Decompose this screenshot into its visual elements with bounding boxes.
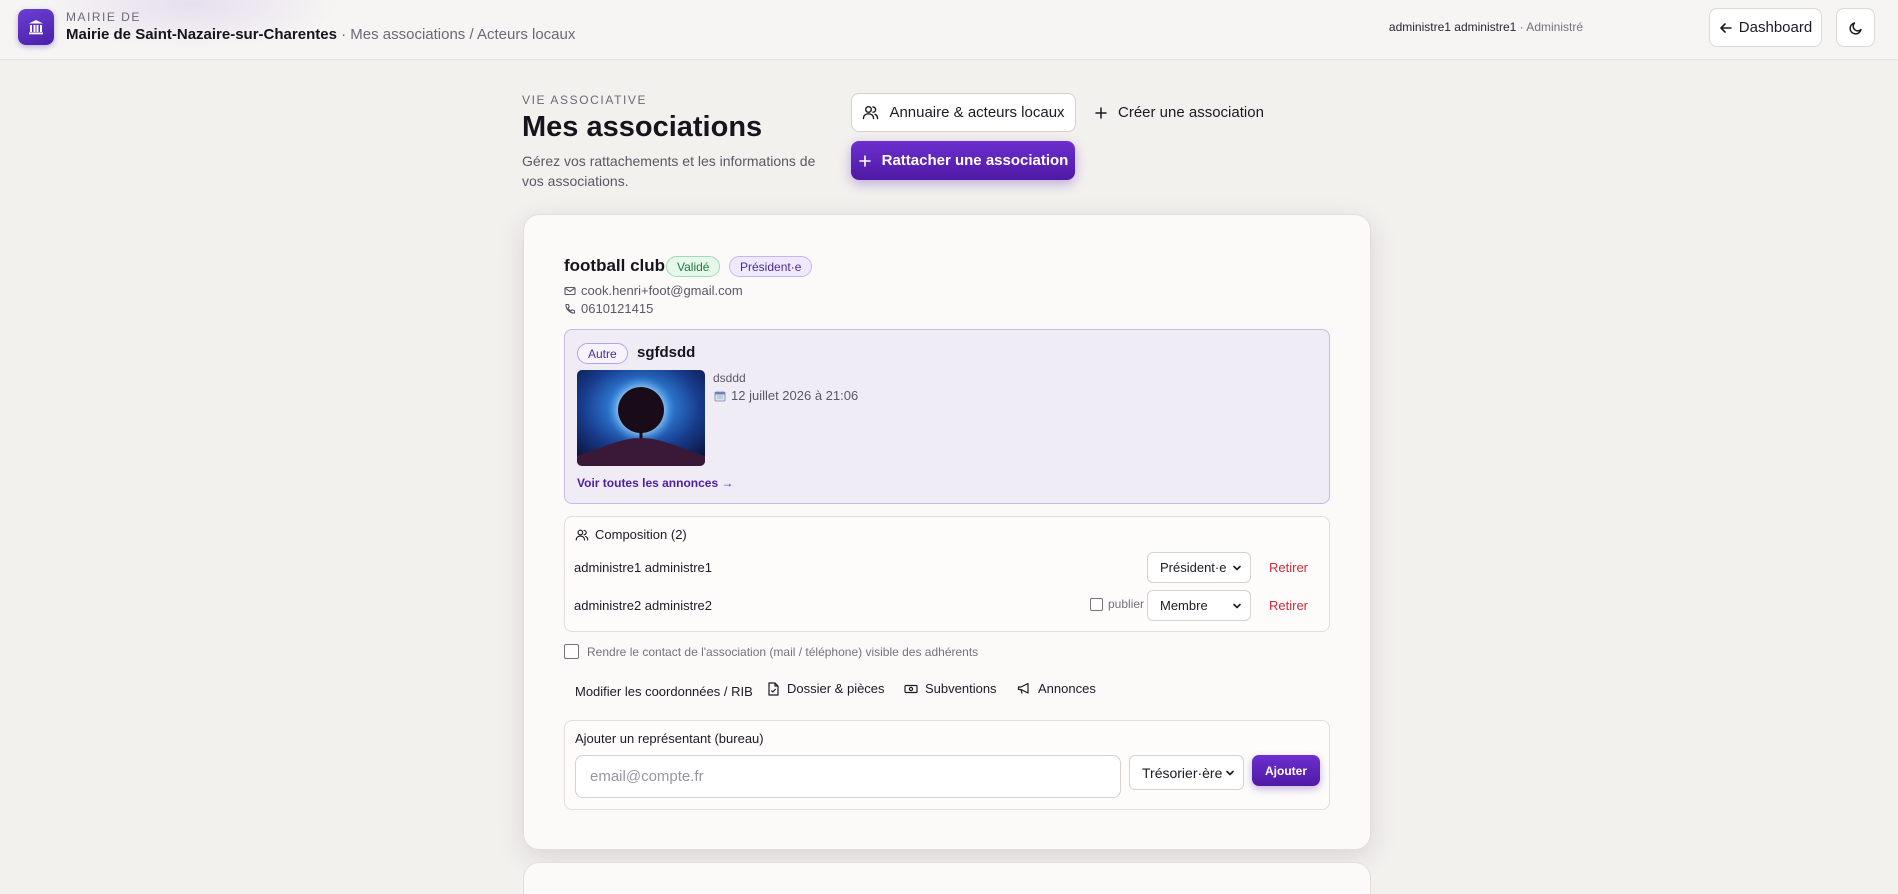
- edit-details-link[interactable]: Modifier les coordonnées / RIB: [575, 684, 753, 699]
- page-title: Mes associations: [522, 111, 763, 143]
- association-name: football club: [564, 256, 666, 275]
- all-announcements-link[interactable]: Voir toutes les annonces →: [577, 476, 733, 490]
- page-description: Gérez vos rattachements et les informati…: [522, 153, 816, 189]
- breadcrumb: Mairie de Saint-Nazaire-sur-Charentes · …: [66, 26, 575, 43]
- edit-details-label: Modifier les coordonnées / RIB: [575, 684, 753, 699]
- add-representative-button[interactable]: Ajouter: [1252, 755, 1320, 786]
- subventions-link[interactable]: Subventions: [904, 681, 997, 696]
- member-role-select[interactable]: Membre: [1147, 590, 1251, 621]
- plus-icon: [858, 154, 872, 168]
- chevron-down-icon: [1232, 563, 1242, 573]
- dashboard-button[interactable]: Dashboard: [1709, 8, 1822, 47]
- annuaire-button[interactable]: Annuaire & acteurs locaux: [851, 93, 1076, 132]
- role-badge: Président·e: [729, 256, 813, 277]
- announcement-title[interactable]: sgfdsdd: [637, 344, 695, 361]
- contact-visibility-checkbox[interactable]: [564, 644, 579, 659]
- representative-role-select[interactable]: Trésorier·ère: [1129, 755, 1244, 790]
- arrow-left-icon: [1719, 21, 1733, 35]
- member-name: administre2 administre2: [574, 598, 713, 613]
- user-role: · Administré: [1519, 20, 1583, 34]
- announcement-category-badge: Autre: [577, 343, 628, 364]
- attach-association-label: Rattacher une association: [881, 152, 1069, 169]
- calendar-icon: [714, 390, 726, 402]
- dossier-link[interactable]: Dossier & pièces: [767, 681, 885, 696]
- status-badge: Validé: [666, 256, 721, 277]
- phone-icon: [564, 303, 576, 315]
- section-kicker: VIE ASSOCIATIVE: [522, 93, 648, 107]
- chevron-down-icon: [1232, 601, 1242, 611]
- member-role-value: Membre: [1160, 598, 1208, 613]
- create-association-label: Créer une association: [1118, 104, 1264, 121]
- phone-text: 0610121415: [581, 301, 654, 316]
- plus-icon: [1094, 106, 1108, 120]
- chevron-down-icon: [1225, 768, 1235, 778]
- email-text: cook.henri+foot@gmail.com: [581, 283, 743, 298]
- subventions-label: Subventions: [925, 681, 997, 696]
- announcement-image[interactable]: [577, 370, 705, 466]
- moon-icon: [1848, 20, 1864, 36]
- create-association-button[interactable]: Créer une association: [1094, 93, 1264, 132]
- association-email: cook.henri+foot@gmail.com: [564, 283, 743, 298]
- remove-member-button[interactable]: Retirer: [1269, 598, 1308, 613]
- member-name: administre1 administre1: [574, 560, 713, 575]
- users-icon: [862, 104, 879, 121]
- user-info: administre1 administre1 · Administré: [1389, 20, 1583, 34]
- dossier-label: Dossier & pièces: [787, 681, 885, 696]
- contact-visibility-toggle[interactable]: Rendre le contact de l'association (mail…: [564, 644, 978, 659]
- publish-checkbox[interactable]: [1090, 597, 1103, 611]
- mairie-name[interactable]: Mairie de Saint-Nazaire-sur-Charentes: [66, 26, 337, 43]
- mairie-logo[interactable]: [18, 9, 54, 45]
- dashboard-label: Dashboard: [1738, 19, 1813, 36]
- member-role-select[interactable]: Président·e: [1147, 552, 1251, 583]
- association-phone: 0610121415: [564, 301, 653, 316]
- member-role-value: Président·e: [1160, 560, 1227, 575]
- representative-role-value: Trésorier·ère: [1142, 764, 1223, 781]
- announcement-date-text: 12 juillet 2026 à 21:06: [731, 388, 859, 403]
- attach-association-button[interactable]: Rattacher une association: [851, 141, 1075, 180]
- file-check-icon: [767, 681, 780, 696]
- representative-email-input[interactable]: [575, 755, 1121, 798]
- announcement-description: dsddd: [713, 371, 746, 385]
- annonces-link[interactable]: Annonces: [1017, 681, 1096, 696]
- annuaire-label: Annuaire & acteurs locaux: [889, 104, 1065, 121]
- users-icon: [575, 528, 589, 542]
- megaphone-icon: [1017, 682, 1031, 695]
- publish-toggle[interactable]: publier: [1090, 597, 1144, 611]
- publish-label: publier: [1108, 597, 1145, 611]
- banknote-icon: [904, 683, 918, 695]
- contact-visibility-label: Rendre le contact de l'association (mail…: [587, 644, 979, 659]
- brand-kicker: MAIRIE DE: [66, 10, 141, 24]
- remove-member-button[interactable]: Retirer: [1269, 560, 1308, 575]
- building-icon: [27, 18, 45, 36]
- composition-title: Composition (2): [595, 527, 687, 542]
- announcement-date: 12 juillet 2026 à 21:06: [714, 388, 858, 403]
- composition-header: Composition (2): [575, 527, 687, 542]
- add-representative-label: Ajouter un représentant (bureau): [575, 731, 764, 746]
- annonces-label: Annonces: [1038, 681, 1096, 696]
- mail-icon: [564, 285, 576, 297]
- theme-toggle-button[interactable]: [1836, 8, 1875, 47]
- breadcrumb-path: · Mes associations / Acteurs locaux: [341, 26, 576, 43]
- user-name: administre1 administre1: [1388, 20, 1517, 34]
- association-card-next: [523, 862, 1371, 894]
